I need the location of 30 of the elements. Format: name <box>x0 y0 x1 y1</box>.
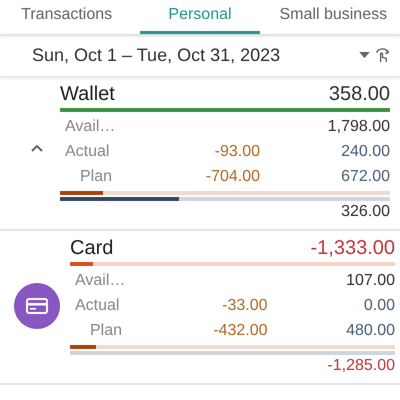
row-label: Avail… <box>64 117 116 137</box>
total-amount: 326.00 <box>341 203 390 221</box>
expense-amount: -432.00 <box>212 321 268 341</box>
income-amount: 480.00 <box>345 321 395 341</box>
tab[interactable]: Transactions <box>6 0 127 34</box>
tab[interactable]: Personal <box>140 0 260 34</box>
account-name[interactable]: Wallet <box>60 83 115 106</box>
income-amount: 672.00 <box>340 167 390 187</box>
collapse-chevron-icon[interactable] <box>31 144 43 152</box>
income-amount: 240.00 <box>340 142 390 162</box>
row-label: Plan <box>89 321 124 341</box>
row-label: Avail… <box>74 271 126 291</box>
expense-amount: -704.00 <box>204 167 260 187</box>
row-label: Actual <box>74 296 120 316</box>
row-label: Plan <box>79 167 114 187</box>
expense-amount: -93.00 <box>214 142 260 162</box>
credit-card-icon[interactable] <box>14 283 60 329</box>
account-balance: -1,333.00 <box>310 237 395 260</box>
account-name[interactable]: Card <box>70 237 114 260</box>
income-amount: 0.00 <box>362 296 395 316</box>
total-amount: -1,285.00 <box>327 357 395 375</box>
tab[interactable]: Small business <box>273 0 394 34</box>
swipe-gesture-icon[interactable] <box>375 46 390 64</box>
account-balance: 358.00 <box>328 83 390 106</box>
date-range[interactable]: Sun, Oct 1 – Tue, Oct 31, 2023 <box>32 44 359 66</box>
available-amount: 1,798.00 <box>326 117 390 137</box>
available-amount: 107.00 <box>345 271 395 291</box>
dropdown-caret-icon[interactable] <box>359 52 370 58</box>
expense-amount: -33.00 <box>221 296 268 316</box>
row-label: Actual <box>64 142 110 162</box>
